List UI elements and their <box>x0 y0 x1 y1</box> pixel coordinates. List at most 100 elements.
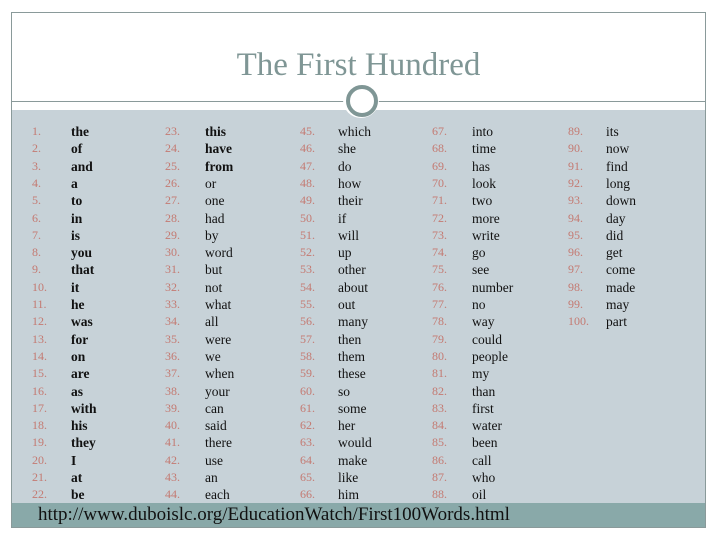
word-number: 86. <box>432 452 447 467</box>
word-item: then <box>338 331 362 347</box>
word-item: for <box>71 331 89 347</box>
slide-title: The First Hundred <box>236 47 481 83</box>
word-item: in <box>71 210 83 226</box>
word-number: 4. <box>32 175 41 190</box>
word-item: by <box>205 227 219 243</box>
word-item: made <box>606 279 636 295</box>
word-item: on <box>71 348 86 364</box>
word-number: 40. <box>165 418 180 433</box>
word-item: can <box>205 400 224 416</box>
word-number: 35. <box>165 331 180 346</box>
word-item: my <box>472 366 490 382</box>
word-item: see <box>472 262 490 278</box>
word-number: 45. <box>300 124 315 138</box>
word-number: 18. <box>32 418 47 433</box>
word-number: 98. <box>568 279 583 294</box>
word-item: or <box>205 175 217 191</box>
word-number: 64. <box>300 452 315 467</box>
word-number: 83. <box>432 400 447 415</box>
word-item: from <box>205 158 234 174</box>
word-number: 9. <box>32 262 41 277</box>
word-number: 89. <box>568 124 583 138</box>
word-number: 12. <box>32 314 47 329</box>
word-number: 16. <box>32 383 47 398</box>
word-number: 78. <box>432 314 447 329</box>
word-number: 61. <box>300 400 315 415</box>
word-number: 53. <box>300 262 315 277</box>
word-number: 11. <box>32 297 47 311</box>
word-number: 63. <box>300 435 315 450</box>
word-item: long <box>606 175 631 191</box>
word-item: he <box>71 297 85 312</box>
word-number: 54. <box>300 279 315 294</box>
word-number: 52. <box>300 245 315 260</box>
word-item: no <box>472 297 486 312</box>
word-number: 17. <box>32 400 47 415</box>
word-item: who <box>472 470 496 485</box>
word-number: 77. <box>432 297 447 311</box>
word-item: first <box>472 400 494 416</box>
word-number: 2. <box>32 141 41 156</box>
word-number: 49. <box>300 193 315 208</box>
word-number: 51. <box>300 227 315 242</box>
word-item: these <box>338 366 366 382</box>
word-item: did <box>606 227 624 243</box>
word-number: 97. <box>568 262 583 277</box>
word-number: 31. <box>165 262 180 277</box>
word-number: 28. <box>165 210 180 225</box>
word-item: of <box>71 141 83 157</box>
word-item: way <box>472 314 495 330</box>
word-number: 90. <box>568 141 583 156</box>
word-item: we <box>205 348 221 364</box>
footer-bar: http://www.duboislc.org/EducationWatch/F… <box>12 503 705 527</box>
word-number: 7. <box>32 227 41 242</box>
word-number: 62. <box>300 418 315 433</box>
word-number: 30. <box>165 245 180 260</box>
word-number: 5. <box>32 193 41 208</box>
word-number: 57. <box>300 331 315 346</box>
word-item: day <box>606 210 626 226</box>
word-item: go <box>472 245 486 261</box>
word-item: was <box>71 314 93 330</box>
word-number: 29. <box>165 227 180 242</box>
word-item: she <box>338 141 356 157</box>
word-item: that <box>71 262 95 278</box>
word-number: 67. <box>432 124 447 138</box>
word-number: 74. <box>432 245 447 260</box>
slide: The First Hundred 1. the 2. of 3. and 4. a 5. to 6… <box>11 12 706 528</box>
word-item: like <box>338 470 359 485</box>
circle-ornament-icon <box>346 85 378 117</box>
word-number: 50. <box>300 210 315 225</box>
word-number: 1. <box>32 124 41 138</box>
word-number: 46. <box>300 141 315 156</box>
word-item: them <box>338 348 365 364</box>
word-number: 96. <box>568 245 583 260</box>
word-item: get <box>606 245 623 261</box>
word-item: come <box>606 262 636 278</box>
word-number: 88. <box>432 487 447 502</box>
word-item: the <box>71 124 89 139</box>
source-url[interactable]: http://www.duboislc.org/EducationWatch/F… <box>38 503 510 527</box>
word-number: 92. <box>568 175 583 190</box>
word-number: 76. <box>432 279 447 294</box>
word-item: have <box>205 141 232 157</box>
word-item: had <box>205 210 225 226</box>
word-number: 91. <box>568 158 583 173</box>
word-number: 34. <box>165 314 180 329</box>
word-item: do <box>338 158 352 174</box>
word-number: 85. <box>432 435 447 450</box>
word-item: and <box>71 158 93 174</box>
word-number: 19. <box>32 435 47 450</box>
word-item: as <box>71 383 84 399</box>
word-number: 32. <box>165 279 180 294</box>
word-item: him <box>338 487 360 503</box>
word-number: 82. <box>432 383 447 398</box>
word-number: 48. <box>300 175 315 190</box>
word-item: I <box>71 452 77 468</box>
word-item: what <box>205 297 232 312</box>
word-number: 95. <box>568 227 583 242</box>
word-number: 99. <box>568 297 583 311</box>
word-number: 24. <box>165 141 180 156</box>
word-list: 1. the 2. of 3. and 4. a 5. to 6. in 7. is 8. you 9. that… <box>12 110 705 503</box>
word-item: use <box>205 452 223 468</box>
